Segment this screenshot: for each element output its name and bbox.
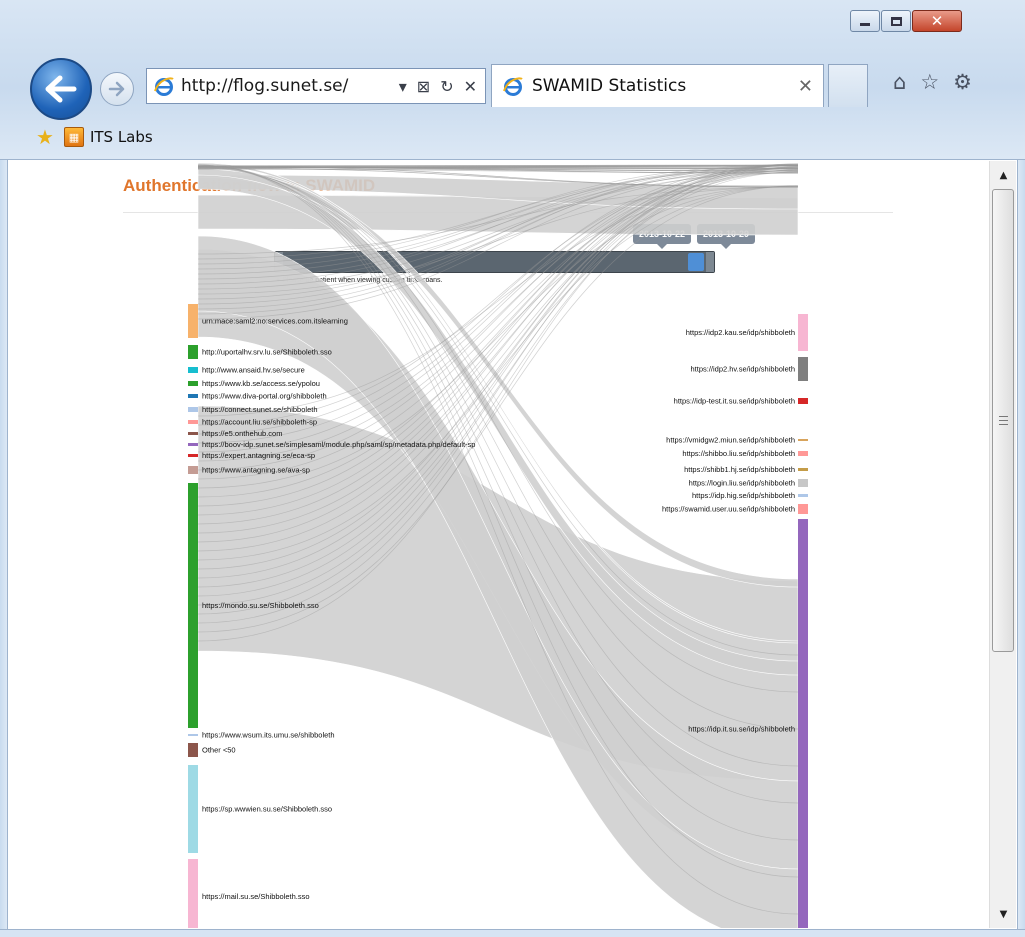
window-frame-right <box>1017 160 1025 937</box>
minimize-button[interactable] <box>850 10 880 32</box>
sankey-target-node <box>798 439 808 441</box>
sankey-target-node <box>798 451 808 456</box>
sankey-target-node <box>798 314 808 351</box>
sankey-source-label: https://e5.onthehub.com <box>202 429 282 438</box>
sankey-source-node <box>188 734 198 736</box>
tab-ie-logo-icon <box>503 77 523 96</box>
back-arrow-icon <box>45 75 77 103</box>
sankey-source-label: https://www.kb.se/access.se/ypolou <box>202 379 320 388</box>
sankey-target-node <box>798 468 808 471</box>
sankey-source-node <box>188 304 198 338</box>
maximize-icon <box>890 16 902 26</box>
settings-gear-icon[interactable]: ⚙ <box>953 70 972 94</box>
back-button[interactable] <box>30 58 92 120</box>
sankey-target-label: https://idp.hig.se/idp/shibboleth <box>692 491 795 500</box>
sankey-target-node <box>798 494 808 497</box>
sankey-source-label: http://www.ansaid.hv.se/secure <box>202 366 305 375</box>
home-icon[interactable]: ⌂ <box>893 70 906 94</box>
its-labs-favicon: ▦ <box>63 127 84 147</box>
sankey-target-label: https://idp-test.it.su.se/idp/shibboleth <box>674 397 795 406</box>
address-bar[interactable]: http://flog.sunet.se/ ▾ ⊠ ↻ ✕ <box>146 68 486 104</box>
sankey-source-label: http://uportalhv.srv.lu.se/Shibboleth.ss… <box>202 348 332 357</box>
sankey-source-node <box>188 367 198 373</box>
favorites-bar: ★ ▦ ITS Labs <box>0 117 1025 157</box>
sankey-source-label: https://account.liu.se/shibboleth-sp <box>202 418 317 427</box>
window-frame-left <box>0 160 8 937</box>
minimize-icon <box>860 22 870 26</box>
sankey-source-node <box>188 420 198 424</box>
ie-logo-icon <box>154 77 174 96</box>
sankey-source-label: https://mail.su.se/Shibboleth.sso <box>202 892 310 901</box>
favorite-its-labs[interactable]: ITS Labs <box>90 128 153 146</box>
sankey-source-label: https://expert.antagning.se/eca-sp <box>202 451 315 460</box>
page-viewport: Authentication flow in SWAMID 2013-10-22… <box>9 161 989 928</box>
sankey-source-label: urn:mace:saml2:no:services.com.itslearni… <box>202 317 348 326</box>
sankey-target-label: https://login.liu.se/idp/shibboleth <box>689 479 795 488</box>
sankey-target-node <box>798 398 808 404</box>
scroll-up-icon[interactable]: ▲ <box>990 163 1017 187</box>
add-favorite-icon[interactable]: ★ <box>36 125 54 149</box>
stop-icon[interactable]: ✕ <box>464 77 477 96</box>
compatibility-view-icon[interactable]: ⊠ <box>417 77 430 96</box>
sankey-source-label: Other <50 <box>202 746 236 755</box>
new-tab-button[interactable] <box>828 64 868 107</box>
sankey-target-label: https://idp.it.su.se/idp/shibboleth <box>688 725 795 734</box>
sankey-target-label: https://idp2.kau.se/idp/shibboleth <box>686 328 795 337</box>
url-text[interactable]: http://flog.sunet.se/ <box>181 76 399 96</box>
sankey-source-node <box>188 454 198 457</box>
close-icon: ✕ <box>930 12 944 30</box>
sankey-source-node <box>188 743 198 757</box>
sankey-target-label: https://idp2.hv.se/idp/shibboleth <box>690 365 795 374</box>
tab-swamid-statistics[interactable]: SWAMID Statistics ✕ <box>491 64 824 107</box>
sankey-source-node <box>188 345 198 359</box>
sankey-source-node <box>188 432 198 435</box>
scroll-down-icon[interactable]: ▼ <box>990 902 1017 926</box>
sankey-source-node <box>188 394 198 398</box>
sankey-target-node <box>798 504 808 514</box>
sankey-target-node <box>798 479 808 487</box>
sankey-source-label: https://sp.wwwien.su.se/Shibboleth.sso <box>202 805 332 814</box>
sankey-source-node <box>188 765 198 853</box>
sankey-source-node <box>188 466 198 474</box>
sankey-source-node <box>188 859 198 928</box>
sankey-target-label: https://shibb1.hj.se/idp/shibboleth <box>684 465 795 474</box>
sankey-source-label: https://connect.sunet.se/shibboleth <box>202 405 318 414</box>
favorites-star-icon[interactable]: ☆ <box>920 70 939 94</box>
refresh-icon[interactable]: ↻ <box>440 77 453 96</box>
dropdown-icon[interactable]: ▾ <box>399 77 407 96</box>
sankey-source-node <box>188 407 198 412</box>
sankey-diagram: urn:mace:saml2:no:services.com.itslearni… <box>188 162 808 928</box>
sankey-target-node <box>798 519 808 928</box>
maximize-button[interactable] <box>881 10 911 32</box>
close-window-button[interactable]: ✕ <box>912 10 962 32</box>
tab-close-icon[interactable]: ✕ <box>798 76 823 97</box>
sankey-source-node <box>188 483 198 728</box>
forward-arrow-icon <box>108 81 125 97</box>
sankey-source-label: https://www.wsum.its.umu.se/shibboleth <box>202 731 335 740</box>
sankey-target-node <box>798 357 808 381</box>
window-frame-bottom <box>0 929 1025 937</box>
sankey-target-label: https://swamid.user.uu.se/idp/shibboleth <box>662 505 795 514</box>
sankey-source-label: https://mondo.su.se/Shibboleth.sso <box>202 601 319 610</box>
tab-title: SWAMID Statistics <box>532 76 687 96</box>
sankey-source-label: https://boov-idp.sunet.se/simplesaml/mod… <box>202 440 475 449</box>
sankey-source-node <box>188 443 198 446</box>
sankey-source-label: https://www.antagning.se/ava-sp <box>202 466 310 475</box>
forward-button[interactable] <box>100 72 134 106</box>
sankey-target-label: https://shibbo.liu.se/idp/shibboleth <box>682 449 795 458</box>
browser-window: ✕ http://flog.sunet.se/ ▾ ⊠ ↻ ✕ SWAMID S… <box>0 0 1025 937</box>
scrollbar-thumb[interactable] <box>992 189 1014 652</box>
sankey-source-node <box>188 381 198 386</box>
sankey-target-label: https://vmidgw2.miun.se/idp/shibboleth <box>666 436 795 445</box>
vertical-scrollbar[interactable]: ▲ ▼ <box>989 161 1016 928</box>
sankey-source-label: https://www.diva-portal.org/shibboleth <box>202 392 327 401</box>
